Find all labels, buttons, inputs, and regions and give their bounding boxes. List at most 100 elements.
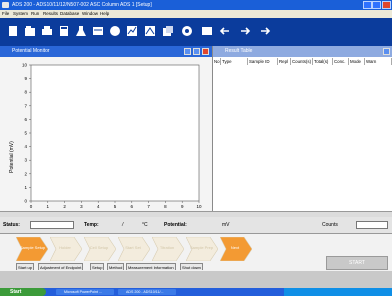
open-icon[interactable] — [23, 24, 37, 38]
workflow-step[interactable]: Sample Prep — [186, 237, 218, 261]
x-tick-label: 7 — [147, 204, 150, 209]
menu-run[interactable]: Run — [31, 10, 39, 18]
window-titlebar: ADS 200 - ADS10/11/12/N507-002 ASC Colum… — [0, 0, 392, 10]
next-arrow-icon[interactable] — [238, 24, 252, 38]
workflow-step[interactable]: Cell Setup — [84, 237, 116, 261]
potential-label: Potential: — [164, 222, 187, 228]
column-header-no[interactable]: No — [213, 58, 221, 65]
workflow-step[interactable]: Next — [220, 237, 252, 261]
x-tick-label: 10 — [196, 204, 202, 209]
app-icon — [2, 2, 9, 8]
menu-bar: File System Run Results Database Window … — [0, 10, 392, 18]
column-header-sample-id[interactable]: Sample ID — [248, 58, 278, 65]
flask-icon[interactable] — [74, 24, 88, 38]
y-tick-label: 7 — [24, 103, 27, 108]
calc-icon[interactable] — [57, 24, 71, 38]
column-header-warn[interactable]: Warn — [365, 58, 392, 65]
y-tick-label: 9 — [24, 76, 27, 81]
workflow-step[interactable]: Holder — [50, 237, 82, 261]
x-tick-label: 1 — [47, 204, 50, 209]
result-table-body[interactable] — [213, 65, 392, 211]
x-tick-label: 5 — [114, 204, 117, 209]
menu-file[interactable]: File — [2, 10, 9, 18]
x-tick-label: 9 — [181, 204, 184, 209]
potential-monitor-titlebar: Potential Monitor — [0, 46, 212, 57]
column-header-type[interactable]: Type — [221, 58, 248, 65]
status-bar: Status: Temp: / °C Potential: mV Counts — [0, 217, 392, 234]
settings-icon[interactable] — [180, 24, 194, 38]
analysis-icon[interactable] — [125, 24, 139, 38]
back-arrow-icon[interactable] — [200, 24, 214, 38]
x-tick-label: 2 — [63, 204, 66, 209]
plot-area — [30, 64, 200, 202]
workflow-tab[interactable]: Setup — [90, 263, 105, 270]
column-header-repl[interactable]: Repl — [278, 58, 291, 65]
y-tick-label: 1 — [24, 185, 27, 190]
menu-window[interactable]: Window — [82, 10, 98, 18]
y-tick-label: 0 — [24, 199, 27, 204]
panel-maximize-button[interactable] — [193, 48, 200, 55]
counts-label: Counts — [322, 222, 338, 228]
toolbar — [0, 18, 392, 46]
temp-unit: °C — [142, 222, 148, 228]
workflow-step[interactable]: Titration — [152, 237, 184, 261]
start-button[interactable]: START — [326, 256, 388, 270]
menu-results[interactable]: Results — [43, 10, 58, 18]
y-tick-label: 6 — [24, 117, 27, 122]
result-table-titlebar: Result Table — [213, 46, 392, 57]
workflow-step-label: Next — [230, 245, 240, 250]
workflow-step[interactable]: Start Set — [118, 237, 150, 261]
step-arrow-icon[interactable] — [258, 24, 272, 38]
new-icon[interactable] — [6, 24, 20, 38]
forward-arrow-icon[interactable] — [218, 24, 232, 38]
potential-monitor-panel: Potential Monitor Potential (mV) 0 1 2 3 4 5 6… — [0, 46, 213, 211]
result-panel-restore-button[interactable] — [383, 48, 390, 55]
close-button[interactable] — [382, 1, 391, 9]
workflow-tab[interactable]: Measurement Information — [126, 263, 176, 270]
menu-database[interactable]: Database — [60, 10, 79, 18]
status-label: Status: — [3, 222, 20, 228]
counts-field — [356, 221, 388, 229]
menu-system[interactable]: System — [13, 10, 28, 18]
potential-monitor-title: Potential Monitor — [12, 48, 50, 54]
column-header-mode[interactable]: Mode — [349, 58, 365, 65]
y-tick-label: 4 — [24, 144, 27, 149]
panel-close-button[interactable] — [202, 48, 209, 55]
start-menu-button[interactable]: Start — [0, 288, 46, 296]
panel-minimize-button[interactable] — [184, 48, 191, 55]
y-tick-label: 5 — [24, 131, 27, 136]
database-icon[interactable] — [161, 24, 175, 38]
minimize-button[interactable] — [363, 1, 372, 9]
column-header-total[interactable]: Total(s) — [313, 58, 333, 65]
method-icon[interactable] — [91, 24, 105, 38]
sample-icon[interactable] — [108, 24, 122, 38]
workflow-step-label: Start Set — [125, 245, 141, 250]
taskbar-item-powerpoint[interactable]: Microsoft PowerPoint ... — [56, 289, 114, 295]
potential-unit: mV — [222, 222, 230, 228]
column-header-conc[interactable]: Conc. — [333, 58, 349, 65]
column-header-counts[interactable]: Counts(s) — [291, 58, 313, 65]
print-icon[interactable] — [40, 24, 54, 38]
potential-chart: Potential (mV) 0 1 2 3 4 5 6 7 8 9 10 0 1 2 3 4 5 6 7 8 9 10 — [9, 63, 202, 210]
x-tick-label: 6 — [131, 204, 134, 209]
y-tick-label: 8 — [24, 90, 27, 95]
taskbar-item-ads200[interactable]: ADS 200 - ADS10/11/... — [118, 289, 176, 295]
workflow-step-label: Cell Setup — [89, 245, 109, 250]
workflow-step-label: Sample Setup — [20, 245, 46, 250]
y-tick-label: 3 — [24, 158, 27, 163]
maximize-button[interactable] — [372, 1, 381, 9]
workflow-step-label: Titration — [159, 245, 175, 250]
report-icon[interactable] — [143, 24, 157, 38]
workflow-step[interactable]: Sample Setup — [16, 237, 48, 261]
workflow-tab[interactable]: Shut down — [180, 263, 203, 270]
menu-help[interactable]: Help — [100, 10, 109, 18]
workflow-tab[interactable]: Start up — [16, 263, 35, 270]
workflow-step-label: Holder — [59, 245, 71, 250]
x-tick-label: 3 — [80, 204, 83, 209]
start-menu-label: Start — [10, 289, 22, 295]
temp-label: Temp: — [84, 222, 99, 228]
workflow-tab[interactable]: Adjustment of Endpoint — [38, 263, 84, 270]
workflow-tab[interactable]: Method — [107, 263, 125, 270]
workflow-step-label: Sample Prep — [190, 245, 214, 250]
x-tick-label: 0 — [30, 204, 33, 209]
